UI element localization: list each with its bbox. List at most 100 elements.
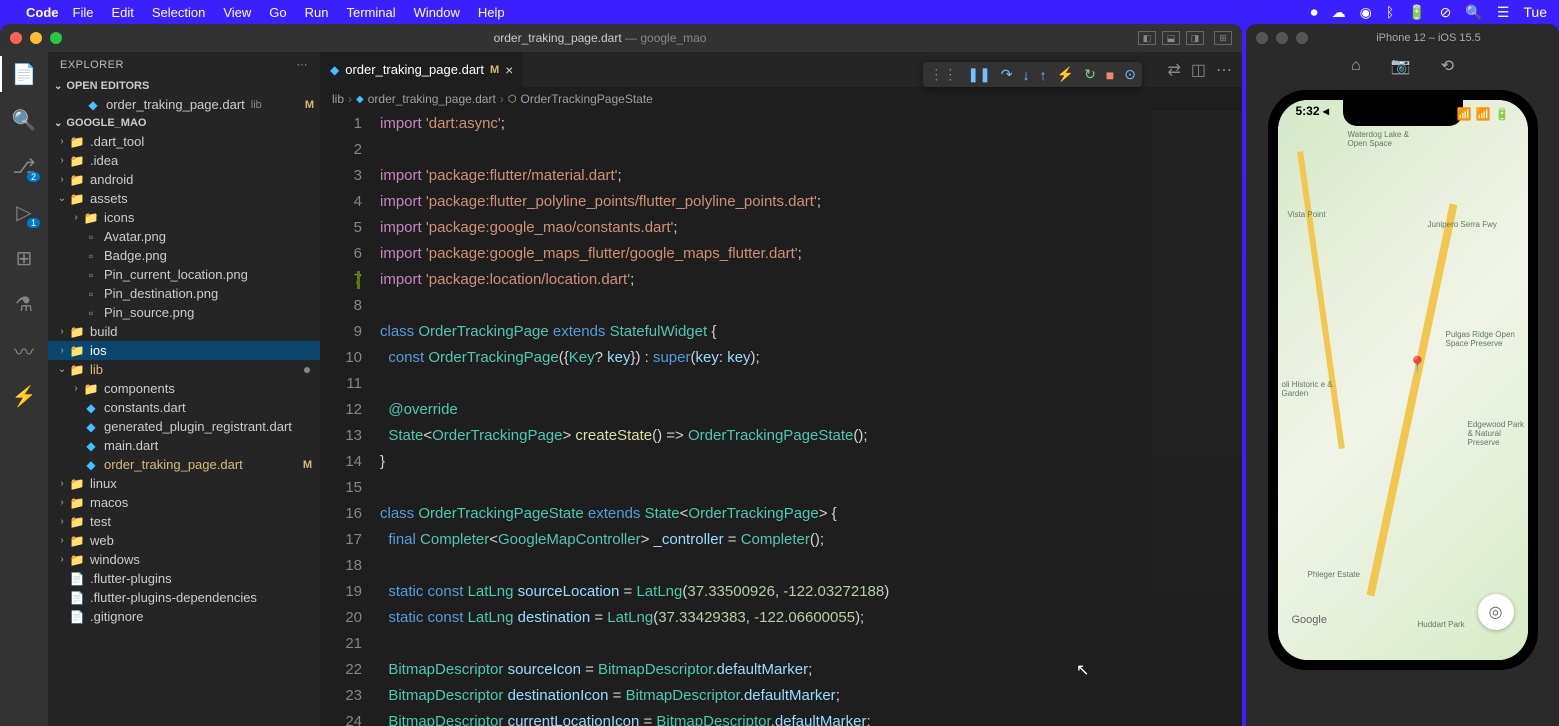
more-icon[interactable]: ⋯ xyxy=(1216,60,1232,80)
sidebar: EXPLORER ⋯ ⌄OPEN EDITORS × ◆ order_traki… xyxy=(48,52,320,726)
status-icon[interactable]: ◉ xyxy=(1360,4,1372,21)
tree-item[interactable]: ›📁components xyxy=(48,379,320,398)
tree-item[interactable]: ▫Avatar.png xyxy=(48,227,320,246)
search-activity[interactable]: 🔍 xyxy=(10,106,38,134)
sim-minimize-button[interactable] xyxy=(1276,32,1288,44)
map-view[interactable]: Waterdog Lake & Open SpaceVista PointPul… xyxy=(1278,100,1528,660)
debug-toolbar[interactable]: ⋮⋮ ❚❚ ↷ ↓ ↑ ⚡ ↻ ■ ⊙ xyxy=(923,62,1142,87)
drag-grip-icon[interactable]: ⋮⋮ xyxy=(929,66,957,83)
sidebar-more-icon[interactable]: ⋯ xyxy=(297,58,309,71)
tree-item[interactable]: ›📁build xyxy=(48,322,320,341)
tree-item[interactable]: ›📁test xyxy=(48,512,320,531)
compare-icon[interactable]: ⇄ xyxy=(1167,60,1180,80)
tree-item[interactable]: ›📁android xyxy=(48,170,320,189)
map-marker[interactable] xyxy=(1408,355,1424,371)
layout-bottom-icon[interactable]: ⬓ xyxy=(1162,31,1180,45)
restart-icon[interactable]: ↻ xyxy=(1084,66,1096,83)
tree-item[interactable]: ◆main.dart xyxy=(48,436,320,455)
tree-item[interactable]: ▫Pin_current_location.png xyxy=(48,265,320,284)
step-over-icon[interactable]: ↷ xyxy=(1001,66,1013,83)
tree-item[interactable]: 📄.flutter-plugins-dependencies xyxy=(48,588,320,607)
wifi-icon[interactable]: ⊘ xyxy=(1440,4,1452,21)
my-location-button[interactable]: ◎ xyxy=(1478,594,1514,630)
test-activity[interactable]: ⚗ xyxy=(10,290,38,318)
menu-file[interactable]: File xyxy=(73,5,94,20)
tree-item[interactable]: ›📁icons xyxy=(48,208,320,227)
flutter-activity[interactable]: 〰 xyxy=(10,336,38,364)
tree-item[interactable]: 📄.flutter-plugins xyxy=(48,569,320,588)
menu-go[interactable]: Go xyxy=(269,5,286,20)
tree-item[interactable]: ›📁ios xyxy=(48,341,320,360)
cloud-icon[interactable]: ☁ xyxy=(1332,4,1346,21)
tab-file[interactable]: ◆ order_traking_page.dart M × xyxy=(320,52,524,87)
window-title: order_traking_page.dart — google_mao xyxy=(62,31,1138,45)
step-out-icon[interactable]: ↑ xyxy=(1040,67,1047,83)
layout-right-icon[interactable]: ◨ xyxy=(1186,31,1204,45)
tree-item[interactable]: ›📁windows xyxy=(48,550,320,569)
step-into-icon[interactable]: ↓ xyxy=(1023,67,1030,83)
home-icon[interactable]: ⌂ xyxy=(1351,57,1361,75)
search-icon[interactable]: 🔍 xyxy=(1465,4,1482,21)
open-editors-section[interactable]: ⌄OPEN EDITORS xyxy=(48,77,320,95)
sim-close-button[interactable] xyxy=(1256,32,1268,44)
breadcrumb[interactable]: lib › ◆ order_traking_page.dart › ⬡ Orde… xyxy=(320,87,1242,111)
menu-edit[interactable]: Edit xyxy=(111,5,133,20)
tree-item[interactable]: ›📁web xyxy=(48,531,320,550)
screenshot-icon[interactable]: 📷 xyxy=(1391,56,1411,76)
close-window-button[interactable] xyxy=(10,32,22,44)
phone-screen[interactable]: 5:32 ◂ 📶📶🔋 Waterdog Lake & Open SpaceVis… xyxy=(1278,100,1528,660)
layout-customize-icon[interactable]: ⊞ xyxy=(1214,31,1232,45)
sim-toolbar: ⌂ 📷 ⟲ xyxy=(1246,52,1559,80)
layout-left-icon[interactable]: ◧ xyxy=(1138,31,1156,45)
dart-icon: ◆ xyxy=(84,98,102,112)
tree-item[interactable]: ›📁.dart_tool xyxy=(48,132,320,151)
code-area[interactable]: 123456789101112131415161718192021222324 … xyxy=(320,111,1242,726)
tree-item[interactable]: ⌄📁assets xyxy=(48,189,320,208)
tree-item[interactable]: 📄.gitignore xyxy=(48,607,320,626)
tree-item[interactable]: ▫Pin_destination.png xyxy=(48,284,320,303)
extensions-activity[interactable]: ⊞ xyxy=(10,244,38,272)
google-logo: Google xyxy=(1292,614,1327,626)
dart-icon: ◆ xyxy=(330,63,339,77)
app-name[interactable]: Code xyxy=(26,5,59,20)
tree-item[interactable]: ›📁macos xyxy=(48,493,320,512)
scm-activity[interactable]: ⎇2 xyxy=(10,152,38,180)
tree-item[interactable]: ▫Badge.png xyxy=(48,246,320,265)
open-editor-item[interactable]: × ◆ order_traking_page.dart lib M xyxy=(48,95,320,114)
split-icon[interactable]: ◫ xyxy=(1191,60,1206,80)
minimize-window-button[interactable] xyxy=(30,32,42,44)
battery-icon[interactable]: 🔋 xyxy=(1408,4,1425,21)
bluetooth-icon[interactable]: ᛒ xyxy=(1386,4,1394,20)
menu-help[interactable]: Help xyxy=(478,5,505,20)
tree-item[interactable]: ◆order_traking_page.dartM xyxy=(48,455,320,474)
explorer-activity[interactable]: 📄 xyxy=(10,60,38,88)
stop-icon[interactable]: ■ xyxy=(1106,67,1114,83)
menu-run[interactable]: Run xyxy=(305,5,329,20)
sim-maximize-button[interactable] xyxy=(1296,32,1308,44)
sidebar-header: EXPLORER ⋯ xyxy=(48,52,320,77)
record-icon[interactable]: ⏺ xyxy=(1311,4,1318,21)
minimap[interactable] xyxy=(1152,111,1242,726)
maximize-window-button[interactable] xyxy=(50,32,62,44)
tree-item[interactable]: ⌄📁lib xyxy=(48,360,320,379)
hot-reload-icon[interactable]: ⚡ xyxy=(1057,66,1074,83)
tree-item[interactable]: ›📁linux xyxy=(48,474,320,493)
close-tab-icon[interactable]: × xyxy=(505,62,513,78)
power-activity[interactable]: ⚡ xyxy=(10,382,38,410)
debug-activity[interactable]: ▷1 xyxy=(10,198,38,226)
control-center-icon[interactable]: ☰ xyxy=(1497,4,1510,21)
tree-item[interactable]: ▫Pin_source.png xyxy=(48,303,320,322)
tree-item[interactable]: ›📁.idea xyxy=(48,151,320,170)
tree-item[interactable]: ◆generated_plugin_registrant.dart xyxy=(48,417,320,436)
menu-terminal[interactable]: Terminal xyxy=(347,5,396,20)
pause-icon[interactable]: ❚❚ xyxy=(967,66,990,83)
map-label: oli Historic e & Garden xyxy=(1282,380,1352,398)
inspect-icon[interactable]: ⊙ xyxy=(1124,66,1136,83)
rotate-icon[interactable]: ⟲ xyxy=(1441,56,1454,76)
menu-window[interactable]: Window xyxy=(414,5,460,20)
menu-selection[interactable]: Selection xyxy=(152,5,205,20)
clock[interactable]: Tue xyxy=(1523,4,1547,20)
menu-view[interactable]: View xyxy=(223,5,251,20)
tree-item[interactable]: ◆constants.dart xyxy=(48,398,320,417)
project-section[interactable]: ⌄GOOGLE_MAO xyxy=(48,114,320,132)
